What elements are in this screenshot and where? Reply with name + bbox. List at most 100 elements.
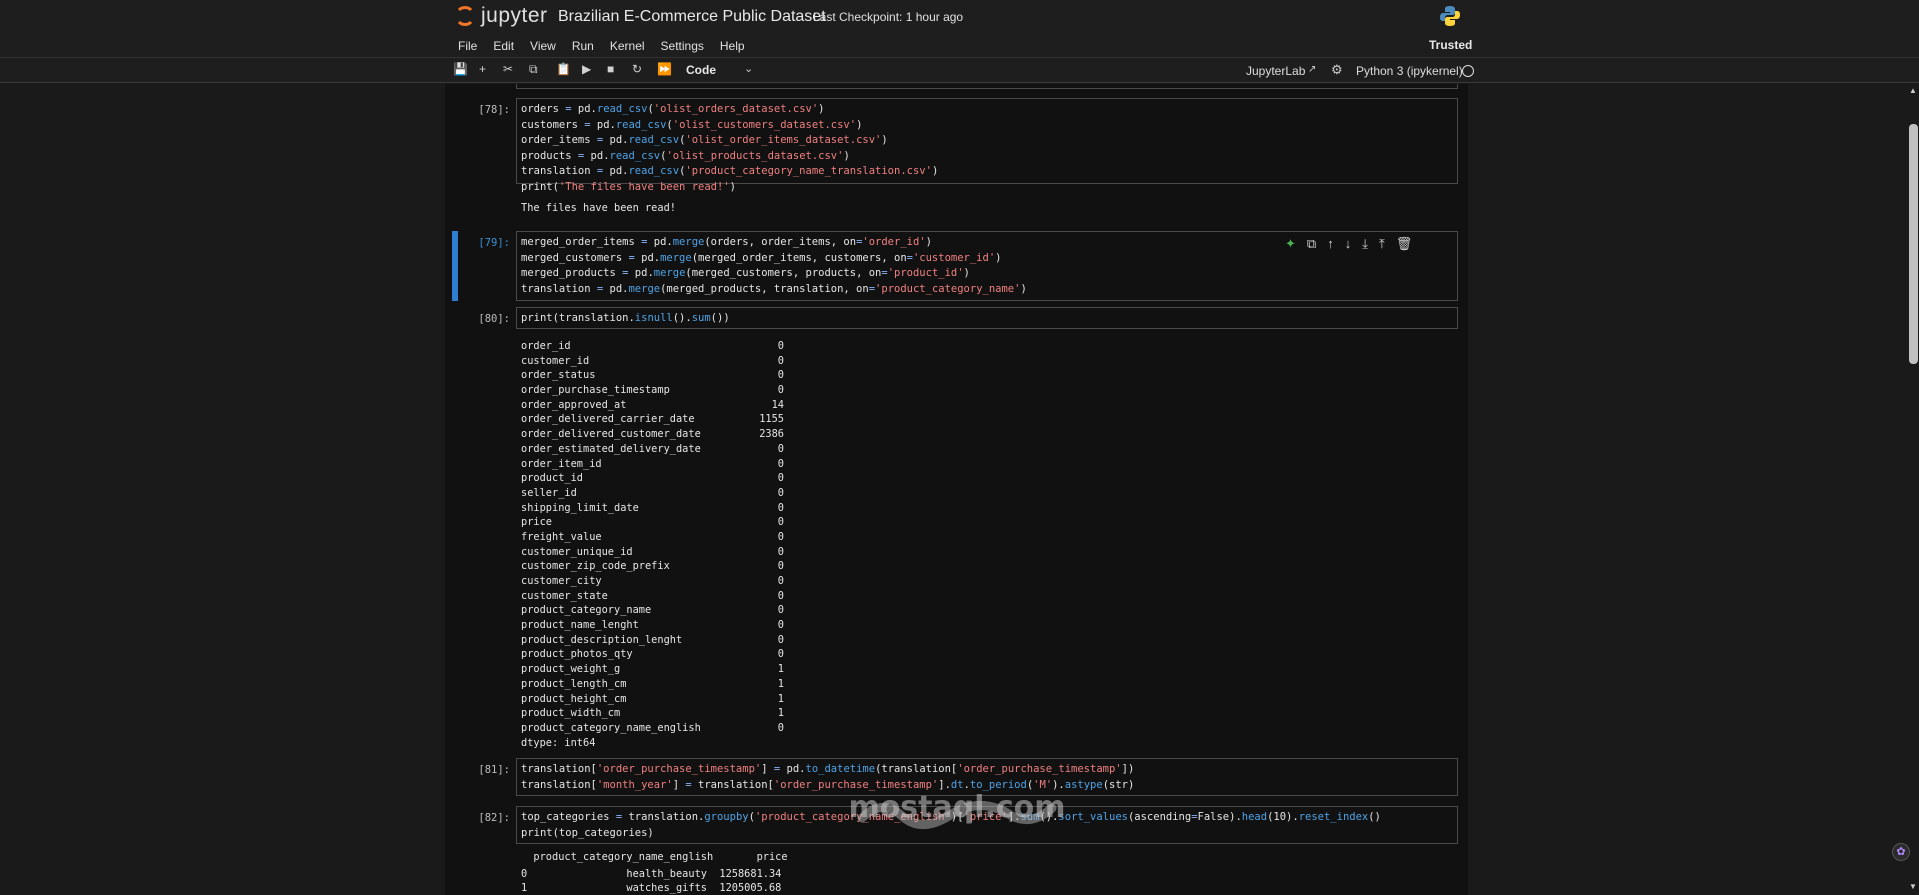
output-series-row: freight_value 0 xyxy=(521,530,1421,545)
move-down-icon[interactable]: ↓ xyxy=(1345,236,1352,252)
table-row: 0 health_beauty 1258681.34 xyxy=(521,867,782,880)
copy-icon[interactable]: ⧉ xyxy=(529,62,538,77)
stop-icon[interactable]: ■ xyxy=(607,62,614,76)
delete-cell-icon[interactable]: 🗑 xyxy=(1396,236,1413,252)
series-value: 0 xyxy=(777,354,784,367)
previous-cell-fragment xyxy=(516,84,1458,89)
table-header: product_category_name_english price xyxy=(521,851,788,863)
series-value: 1 xyxy=(777,692,784,705)
series-index-label: product_id xyxy=(521,472,583,485)
assistant-icon[interactable]: ✿ xyxy=(1892,843,1910,861)
code-line: print(translation.isnull().sum()) xyxy=(521,312,730,324)
duplicate-cell-icon[interactable]: ⧉ xyxy=(1307,236,1316,252)
scrollbar-thumb[interactable] xyxy=(1909,124,1918,364)
scroll-up-icon[interactable]: ▲ xyxy=(1909,86,1917,95)
output-series-row: order_estimated_delivery_date 0 xyxy=(521,442,1421,457)
run-all-icon[interactable]: ⏩ xyxy=(657,62,672,76)
series-index-label: product_height_cm xyxy=(521,692,627,705)
output-series-row: product_width_cm 1 xyxy=(521,706,1421,721)
series-index-label: product_weight_g xyxy=(521,663,621,676)
series-index-label: product_description_lenght xyxy=(521,633,683,646)
notebook-title[interactable]: Brazilian E-Commerce Public Dataset xyxy=(558,8,826,26)
series-value: 1155 xyxy=(759,413,784,426)
code-line: order_items = pd.read_csv('olist_order_i… xyxy=(521,134,888,147)
ai-sparkle-icon[interactable]: ✦ xyxy=(1285,236,1296,252)
code-cell-80[interactable]: print(translation.isnull().sum()) xyxy=(516,307,1458,329)
open-jupyterlab-link[interactable]: JupyterLab xyxy=(1246,64,1305,78)
series-index-label: product_category_name_english xyxy=(521,721,701,734)
series-index-label: customer_id xyxy=(521,354,590,367)
cell-output-78: The files have been read! xyxy=(521,201,1421,216)
menu-view[interactable]: View xyxy=(530,39,556,53)
insert-below-icon[interactable]: ⤒ xyxy=(1379,236,1385,252)
cell-output-80: order_id 0 customer_id 0 order_status 0 order_… xyxy=(521,339,1421,750)
cell-type-select[interactable]: Code xyxy=(686,63,716,77)
top-bar: jupyter Brazilian E-Commerce Public Data… xyxy=(0,0,1919,33)
series-value: 0 xyxy=(777,442,784,455)
menu-kernel[interactable]: Kernel xyxy=(610,39,645,53)
output-series-row: product_category_name 0 xyxy=(521,603,1421,618)
series-value: 0 xyxy=(777,633,784,646)
jupyter-logo-icon xyxy=(455,6,475,26)
menu-edit[interactable]: Edit xyxy=(493,39,514,53)
series-index-label: order_delivered_customer_date xyxy=(521,428,701,441)
series-index-label: product_category_name xyxy=(521,604,652,617)
output-series-row: seller_id 0 xyxy=(521,486,1421,501)
cell-prompt: [78]: xyxy=(478,104,510,116)
cell-prompt: [82]: xyxy=(478,812,510,824)
menu-help[interactable]: Help xyxy=(720,39,745,53)
move-up-icon[interactable]: ↑ xyxy=(1327,236,1334,252)
output-series-row: product_photos_qty 0 xyxy=(521,647,1421,662)
cut-icon[interactable]: ✂ xyxy=(503,62,513,76)
output-series-row: product_id 0 xyxy=(521,471,1421,486)
gear-icon[interactable]: ⚙ xyxy=(1331,62,1343,78)
scroll-down-icon[interactable]: ▼ xyxy=(1909,882,1917,891)
output-series-row: order_item_id 0 xyxy=(521,457,1421,472)
series-value: 2386 xyxy=(759,428,784,441)
run-icon[interactable]: ▶ xyxy=(582,62,591,76)
series-value: 0 xyxy=(777,575,784,587)
save-icon[interactable]: 💾 xyxy=(453,62,468,76)
series-index-label: product_width_cm xyxy=(521,707,621,720)
jupyter-logo-text: jupyter xyxy=(481,4,548,27)
series-value: 0 xyxy=(777,560,784,573)
cell-prompt: [79]: xyxy=(478,237,510,249)
code-line: translation = pd.read_csv('product_categ… xyxy=(521,165,939,178)
output-series-row: customer_id 0 xyxy=(521,354,1421,369)
menu-file[interactable]: File xyxy=(458,39,477,53)
series-value: 1 xyxy=(777,677,784,690)
notebook-panel[interactable]: [78]: orders = pd.read_csv('olist_orders… xyxy=(445,84,1468,895)
output-series-row: product_length_cm 1 xyxy=(521,677,1421,692)
menu-settings[interactable]: Settings xyxy=(661,39,704,53)
jupyter-logo[interactable]: jupyter xyxy=(455,4,548,28)
menu-run[interactable]: Run xyxy=(572,39,594,53)
kernel-name[interactable]: Python 3 (ipykernel) xyxy=(1356,64,1463,78)
output-series-row: customer_state 0 xyxy=(521,589,1421,604)
series-value: 0 xyxy=(777,457,784,470)
paste-icon[interactable]: 📋 xyxy=(556,62,571,76)
insert-above-icon[interactable]: ⤓ xyxy=(1362,236,1368,252)
series-value: 0 xyxy=(777,604,784,617)
series-value: 0 xyxy=(777,516,784,529)
watermark-text: mostaql.com xyxy=(848,790,1066,825)
cell-toolbar: ✦ ⧉ ↑ ↓ ⤓ ⤒ 🗑 xyxy=(1285,236,1412,252)
series-index-label: order_id xyxy=(521,340,571,352)
add-cell-icon[interactable]: + xyxy=(479,62,486,76)
code-line: print('The files have been read!') xyxy=(521,180,736,193)
code-cell-78[interactable]: orders = pd.read_csv('olist_orders_datas… xyxy=(516,98,1458,193)
series-value: 0 xyxy=(777,589,784,602)
code-line: translation = pd.merge(merged_products, … xyxy=(521,282,1027,295)
python-kernel-icon xyxy=(1440,6,1460,26)
series-value: 14 xyxy=(771,398,784,411)
output-series-row: order_status 0 xyxy=(521,368,1421,383)
code-line: orders = pd.read_csv('olist_orders_datas… xyxy=(521,103,825,115)
trusted-indicator[interactable]: Trusted xyxy=(1429,38,1472,52)
series-index-label: order_status xyxy=(521,369,596,382)
output-series-row: order_delivered_carrier_date 1155 xyxy=(521,412,1421,427)
chevron-down-icon[interactable]: ⌄ xyxy=(744,62,753,75)
restart-icon[interactable]: ↻ xyxy=(632,62,642,76)
series-value: 0 xyxy=(777,648,784,661)
code-line: merged_products = pd.merge(merged_custom… xyxy=(521,267,970,280)
output-series-row: order_delivered_customer_date 2386 xyxy=(521,427,1421,442)
series-value: 1 xyxy=(777,663,784,676)
